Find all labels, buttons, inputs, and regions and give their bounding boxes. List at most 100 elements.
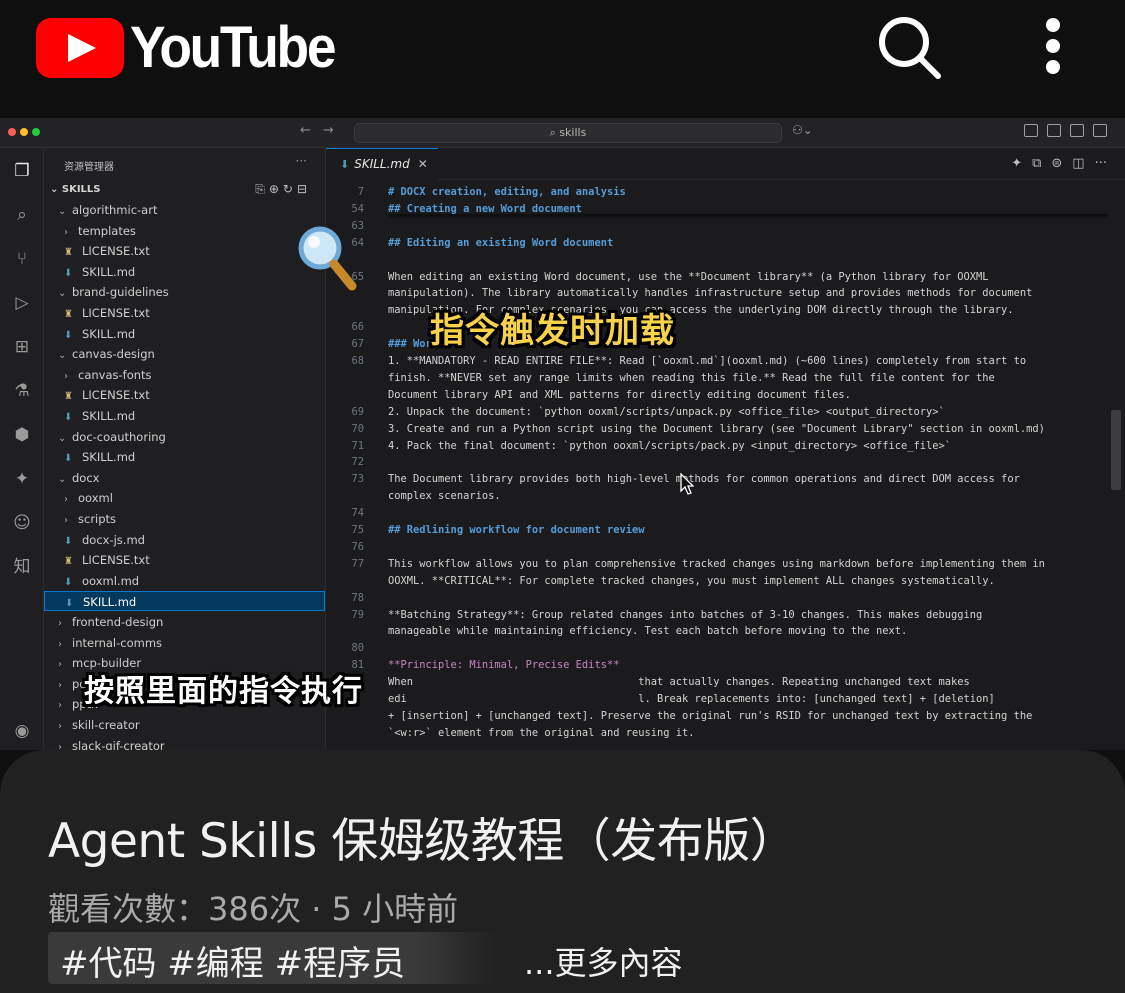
chevron-down-icon: ⌄ (58, 206, 67, 217)
explorer-root: ⌄ SKILLS (50, 184, 101, 195)
code-line: 74 (326, 505, 1125, 522)
tree-item-label: LICENSE.txt (82, 244, 150, 259)
caption-overlay-bottom: 按照里面的指令执行 (84, 674, 363, 709)
toggle-secondary-sidebar-icon (1093, 124, 1107, 137)
line-text: ## Editing an existing Word document (388, 236, 614, 249)
tree-item-label: scripts (78, 512, 117, 526)
chevron-right-icon: › (58, 700, 62, 712)
youtube-play-logo-icon (36, 17, 124, 78)
sticky-scroll-shadow (388, 214, 1108, 219)
code-line: 70 3. Create and run a Python script usin… (326, 421, 1125, 438)
chevron-right-icon: › (64, 494, 68, 506)
tree-item-label: SKILL.md (83, 595, 137, 610)
markdown-file-icon: ⬇ (64, 535, 73, 547)
close-window-icon (8, 128, 16, 136)
editor-scrollbar (1111, 410, 1121, 490)
tree-item: ⬇ docx-js.md (44, 530, 325, 550)
line-text: OOXML. **CRITICAL**: For complete tracke… (388, 574, 995, 587)
editor-tabbar: ⬇ SKILL.md ✕ ✦ ⧉ ⊜ ◫ ··· (326, 148, 1125, 180)
video-player[interactable]: ←→ ⌕ skills ⚇⌄ ❐ ⌕ ⑂ ▷ ⊞ ⚗ ⬢ ✦ ☺ 知 ◉ 资源管… (0, 118, 1125, 750)
line-text: edi l. Break replacements into: [unchang… (388, 693, 995, 705)
tree-item: ⌄ algorithmic-art (44, 200, 325, 220)
line-number: 74 (351, 507, 364, 520)
tree-item-label: slack-gif-creator (72, 738, 165, 750)
hashtags-box: #代码 #编程 #程序员 (48, 932, 498, 984)
editor-actions: ✦ ⧉ ⊜ ◫ ··· (1011, 156, 1107, 171)
search-icon[interactable] (876, 14, 942, 80)
explorer-sidebar: 资源管理器 ··· ⌄ SKILLS ⎘⊕↻⊟ ⌄ algorithmic-art… (44, 148, 326, 750)
tree-item: › templates (44, 221, 325, 241)
command-center: ⌕ skills (354, 123, 782, 143)
code-line: OOXML. **CRITICAL**: For complete tracke… (326, 573, 1125, 590)
code-line: manipulation). The library automatically… (326, 285, 1125, 302)
code-line: 73 The Document library provides both hig… (326, 471, 1125, 488)
toggle-sidebar-icon (1047, 124, 1061, 137)
video-title[interactable]: Agent Skills 保姆级教程（发布版） (48, 802, 797, 871)
code-line: 75 ## Redlining workflow for document rev… (326, 522, 1125, 539)
code-line: 79 **Batching Strategy**: Group related c… (326, 607, 1125, 624)
split-editor-icon: ◫ (1072, 156, 1085, 171)
line-number: 70 (351, 422, 364, 435)
magnifier-icon (298, 226, 357, 291)
line-text: complex scenarios. (388, 490, 501, 503)
tree-item: ♜ LICENSE.txt (44, 550, 325, 570)
tree-item-label: skill-creator (72, 718, 140, 732)
line-number: 78 (351, 591, 364, 604)
explorer-title: 资源管理器 (64, 162, 114, 173)
bot-icon: ☺ (13, 513, 31, 533)
tree-item-label: docx (72, 470, 100, 485)
line-number: 7 (357, 186, 364, 198)
zhi-icon: 知 (13, 557, 31, 577)
toggle-panel-icon (1070, 124, 1084, 137)
tree-item: ⌄ doc-coauthoring (44, 427, 325, 447)
extensions-icon: ⊞ (14, 337, 30, 357)
window-titlebar: ←→ ⌕ skills ⚇⌄ (0, 118, 1125, 148)
diff-icon: ⊜ (1051, 156, 1063, 171)
code-line: 71 4. Pack the final document: `python oo… (326, 438, 1125, 455)
code-line: Document library API and XML patterns fo… (326, 387, 1125, 404)
license-file-icon: ♜ (64, 556, 73, 568)
tree-item: ⌄ docx (44, 468, 325, 488)
more-description-link[interactable]: ...更多內容 (524, 938, 683, 984)
tab-label: SKILL.md (354, 157, 410, 171)
more-vertical-icon[interactable] (1030, 16, 1076, 76)
youtube-logo[interactable]: YouTube (36, 14, 352, 81)
tree-item: ⬇ SKILL.md (44, 324, 325, 344)
line-number: 76 (351, 540, 364, 553)
chevron-right-icon: › (64, 226, 68, 238)
video-info-panel: Agent Skills 保姆级教程（发布版） 觀看次數：386次 · 5 小時… (0, 750, 1125, 993)
command-center-text: skills (559, 126, 587, 139)
tree-item: ♜ LICENSE.txt (44, 241, 325, 261)
tree-item-label: frontend-design (72, 615, 164, 629)
line-text: **Batching Strategy**: Group related cha… (388, 608, 983, 621)
explorer-root-label: SKILLS (61, 184, 101, 195)
line-number: 72 (351, 456, 364, 469)
line-text: + [insertion] + [unchanged text]. Preser… (388, 709, 1033, 722)
layout-controls (1024, 124, 1107, 137)
line-number: 77 (351, 557, 364, 570)
line-text: Document library API and XML patterns fo… (388, 388, 851, 401)
hashtags[interactable]: #代码 #编程 #程序员 (60, 936, 405, 985)
code-line: 69 2. Unpack the document: `python ooxml/… (326, 404, 1125, 421)
code-line: 64 ## Editing an existing Word document (326, 235, 1125, 252)
explorer-toolbar-icons: ⎘⊕↻⊟ (255, 182, 311, 196)
line-text: **Principle: Minimal, Precise Edits** (388, 659, 620, 672)
tree-item: › scripts (44, 509, 325, 529)
code-line: 82 When that actually changes. Repeating … (326, 674, 1125, 691)
search-icon: ⌕ (17, 205, 27, 225)
run-debug-icon: ▷ (15, 293, 29, 313)
tree-item: ♜ LICENSE.txt (44, 303, 325, 323)
markdown-file-icon: ⬇ (64, 576, 73, 588)
chevron-right-icon: › (58, 721, 62, 732)
caption-overlay-top: 指令触发时加载 (430, 311, 675, 351)
tree-item: ⬇ SKILL.md (44, 591, 325, 612)
tree-item: ⬇ SKILL.md (44, 262, 325, 282)
chevron-right-icon: › (58, 618, 62, 629)
remote-icon: ⬢ (14, 425, 30, 445)
line-text: manipulation). The library automatically… (388, 287, 1033, 300)
more-actions-icon: ··· (295, 154, 307, 168)
chevron-right-icon: › (58, 679, 62, 691)
chevron-right-icon: › (58, 659, 62, 671)
copilot-icon: ⚇⌄ (792, 123, 813, 137)
